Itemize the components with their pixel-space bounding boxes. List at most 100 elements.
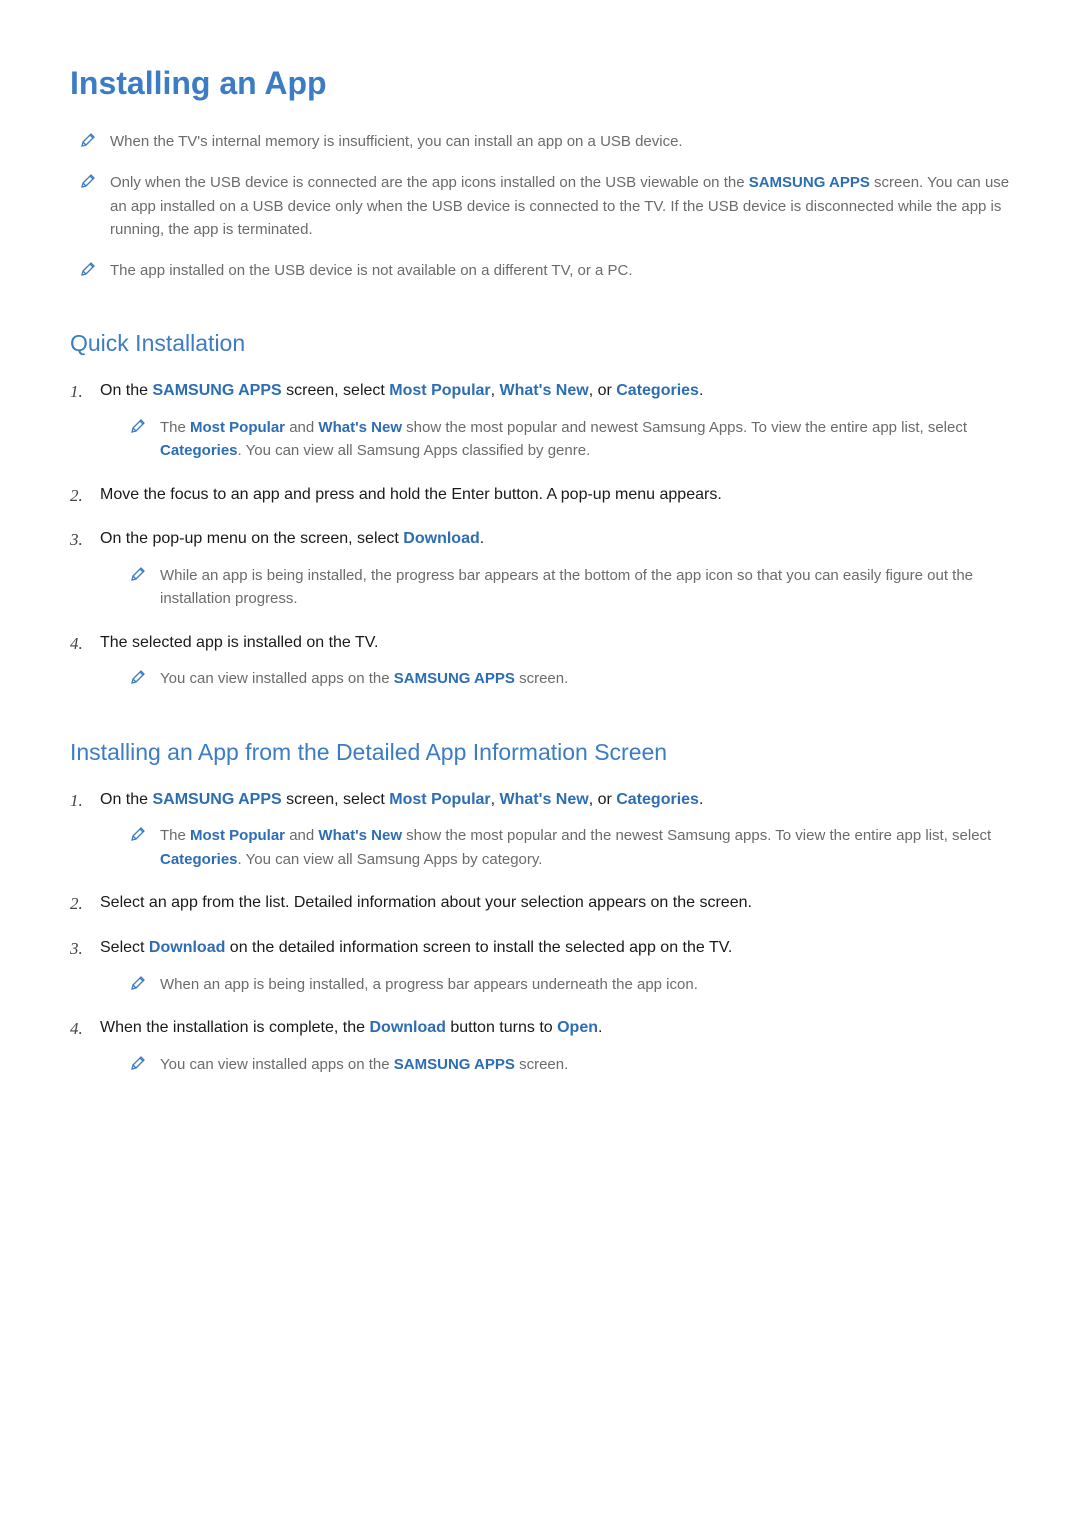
- step-text: Select an app from the list. Detailed in…: [100, 891, 1010, 916]
- text: While an app is being installed, the pro…: [160, 567, 973, 607]
- link-text: SAMSUNG APPS: [749, 174, 870, 191]
- text: ,: [491, 791, 500, 808]
- text: Only when the USB device is connected ar…: [110, 174, 749, 191]
- link-text: SAMSUNG APPS: [394, 1056, 515, 1073]
- text: The selected app is installed on the TV.: [100, 634, 378, 651]
- step-item: On the SAMSUNG APPS screen, select Most …: [70, 379, 1010, 462]
- note-text: When the TV's internal memory is insuffi…: [110, 130, 683, 153]
- text: Select: [100, 939, 149, 956]
- step-text: Move the focus to an app and press and h…: [100, 483, 1010, 508]
- step-text: On the SAMSUNG APPS screen, select Most …: [100, 379, 1010, 404]
- step-text: When the installation is complete, the D…: [100, 1016, 1010, 1041]
- text: .: [598, 1019, 602, 1036]
- steps-list-2: On the SAMSUNG APPS screen, select Most …: [70, 788, 1010, 1076]
- note: You can view installed apps on the SAMSU…: [100, 667, 1010, 690]
- text: The: [160, 419, 190, 436]
- step-item: When the installation is complete, the D…: [70, 1016, 1010, 1076]
- pencil-icon: [80, 132, 96, 148]
- step-item: On the pop-up menu on the screen, select…: [70, 527, 1010, 610]
- note: You can view installed apps on the SAMSU…: [100, 1053, 1010, 1076]
- note: The app installed on the USB device is n…: [70, 259, 1010, 282]
- link-text: SAMSUNG APPS: [152, 382, 281, 399]
- text: on the detailed information screen to in…: [225, 939, 732, 956]
- text: On the: [100, 382, 152, 399]
- link-text: Open: [557, 1019, 598, 1036]
- text: button turns to: [446, 1019, 557, 1036]
- note-text: Only when the USB device is connected ar…: [110, 171, 1010, 241]
- text: . You can view all Samsung Apps by categ…: [238, 851, 543, 868]
- text: You can view installed apps on the: [160, 670, 394, 687]
- pencil-icon: [130, 826, 146, 842]
- text: , or: [589, 791, 617, 808]
- link-text: Categories: [616, 382, 699, 399]
- link-text: Most Popular: [389, 791, 490, 808]
- note-text: The app installed on the USB device is n…: [110, 259, 633, 282]
- step-item: The selected app is installed on the TV.…: [70, 631, 1010, 691]
- note-text: You can view installed apps on the SAMSU…: [160, 667, 568, 690]
- link-text: Most Popular: [389, 382, 490, 399]
- pencil-icon: [80, 173, 96, 189]
- link-text: Categories: [160, 851, 238, 868]
- text: When the TV's internal memory is insuffi…: [110, 133, 683, 150]
- step-text: On the SAMSUNG APPS screen, select Most …: [100, 788, 1010, 813]
- link-text: SAMSUNG APPS: [152, 791, 281, 808]
- pencil-icon: [130, 566, 146, 582]
- text: screen, select: [282, 382, 390, 399]
- text: screen, select: [282, 791, 390, 808]
- step-text: Select Download on the detailed informat…: [100, 936, 1010, 961]
- link-text: What's New: [500, 791, 589, 808]
- link-text: SAMSUNG APPS: [394, 670, 515, 687]
- note: When the TV's internal memory is insuffi…: [70, 130, 1010, 153]
- text: .: [699, 791, 703, 808]
- pencil-icon: [130, 418, 146, 434]
- section-heading: Installing an App from the Detailed App …: [70, 739, 1010, 766]
- text: You can view installed apps on the: [160, 1056, 394, 1073]
- page-title: Installing an App: [70, 65, 1010, 102]
- steps-list-1: On the SAMSUNG APPS screen, select Most …: [70, 379, 1010, 690]
- pencil-icon: [130, 1055, 146, 1071]
- text: screen.: [515, 670, 568, 687]
- link-text: What's New: [318, 827, 402, 844]
- pencil-icon: [80, 261, 96, 277]
- note: While an app is being installed, the pro…: [100, 564, 1010, 611]
- step-item: Move the focus to an app and press and h…: [70, 483, 1010, 508]
- note: Only when the USB device is connected ar…: [70, 171, 1010, 241]
- text: On the: [100, 791, 152, 808]
- step-item: Select an app from the list. Detailed in…: [70, 891, 1010, 916]
- text: The: [160, 827, 190, 844]
- text: The app installed on the USB device is n…: [110, 262, 633, 279]
- pencil-icon: [130, 975, 146, 991]
- note-text: While an app is being installed, the pro…: [160, 564, 1010, 611]
- note: The Most Popular and What's New show the…: [100, 824, 1010, 871]
- note-text: When an app is being installed, a progre…: [160, 973, 698, 996]
- text: show the most popular and the newest Sam…: [402, 827, 991, 844]
- text: On the pop-up menu on the screen, select: [100, 530, 403, 547]
- text: When the installation is complete, the: [100, 1019, 369, 1036]
- text: show the most popular and newest Samsung…: [402, 419, 967, 436]
- link-text: Download: [149, 939, 225, 956]
- pencil-icon: [130, 669, 146, 685]
- text: Move the focus to an app and press and h…: [100, 486, 722, 503]
- text: screen.: [515, 1056, 568, 1073]
- link-text: What's New: [500, 382, 589, 399]
- link-text: What's New: [318, 419, 402, 436]
- text: and: [285, 419, 318, 436]
- note-text: You can view installed apps on the SAMSU…: [160, 1053, 568, 1076]
- link-text: Download: [369, 1019, 445, 1036]
- link-text: Download: [403, 530, 479, 547]
- text: and: [285, 827, 318, 844]
- text: . You can view all Samsung Apps classifi…: [238, 442, 591, 459]
- text: , or: [589, 382, 617, 399]
- link-text: Categories: [616, 791, 699, 808]
- step-item: Select Download on the detailed informat…: [70, 936, 1010, 996]
- note-text: The Most Popular and What's New show the…: [160, 824, 1010, 871]
- step-item: On the SAMSUNG APPS screen, select Most …: [70, 788, 1010, 871]
- note: The Most Popular and What's New show the…: [100, 416, 1010, 463]
- link-text: Most Popular: [190, 827, 285, 844]
- top-notes-block: When the TV's internal memory is insuffi…: [70, 130, 1010, 282]
- step-text: On the pop-up menu on the screen, select…: [100, 527, 1010, 552]
- link-text: Categories: [160, 442, 238, 459]
- text: Select an app from the list. Detailed in…: [100, 894, 752, 911]
- step-text: The selected app is installed on the TV.: [100, 631, 1010, 656]
- text: .: [699, 382, 703, 399]
